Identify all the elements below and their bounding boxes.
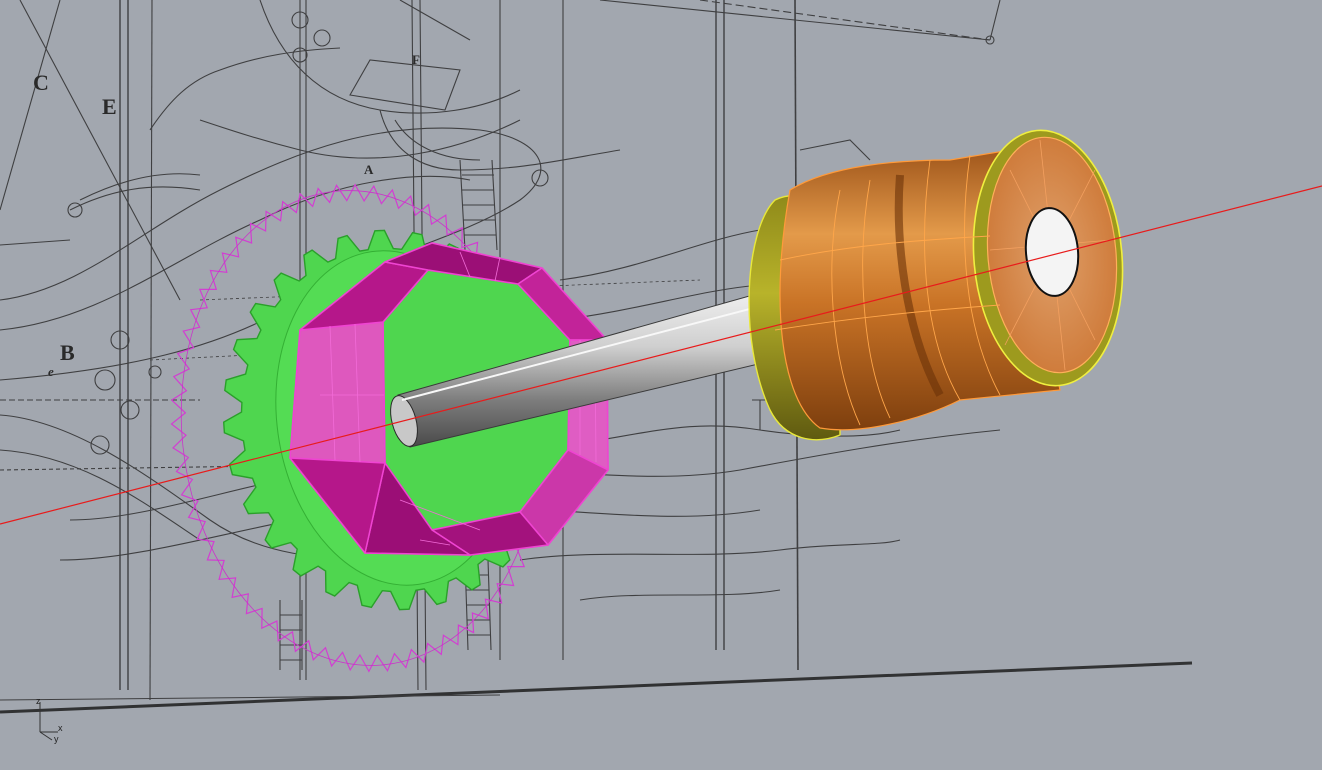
blueprint-label-b: B — [60, 340, 75, 365]
construction-axis-line — [0, 185, 1322, 525]
scene-canvas[interactable] — [0, 0, 1322, 770]
axis-z-label: z — [36, 696, 41, 706]
axis-y-label: y — [54, 734, 59, 744]
blueprint-label-c: C — [33, 70, 49, 95]
axis-x-label: x — [58, 723, 63, 733]
rhino-viewport[interactable]: C E F A B e z x y — [0, 0, 1322, 770]
world-axes-icon: z x y — [34, 696, 74, 746]
spool-pulley[interactable] — [748, 124, 1133, 441]
blueprint-label-e-small: e — [48, 364, 54, 379]
blueprint-label-e: E — [102, 94, 117, 119]
blueprint-label-f: F — [412, 52, 420, 67]
blueprint-label-a: A — [364, 162, 374, 177]
